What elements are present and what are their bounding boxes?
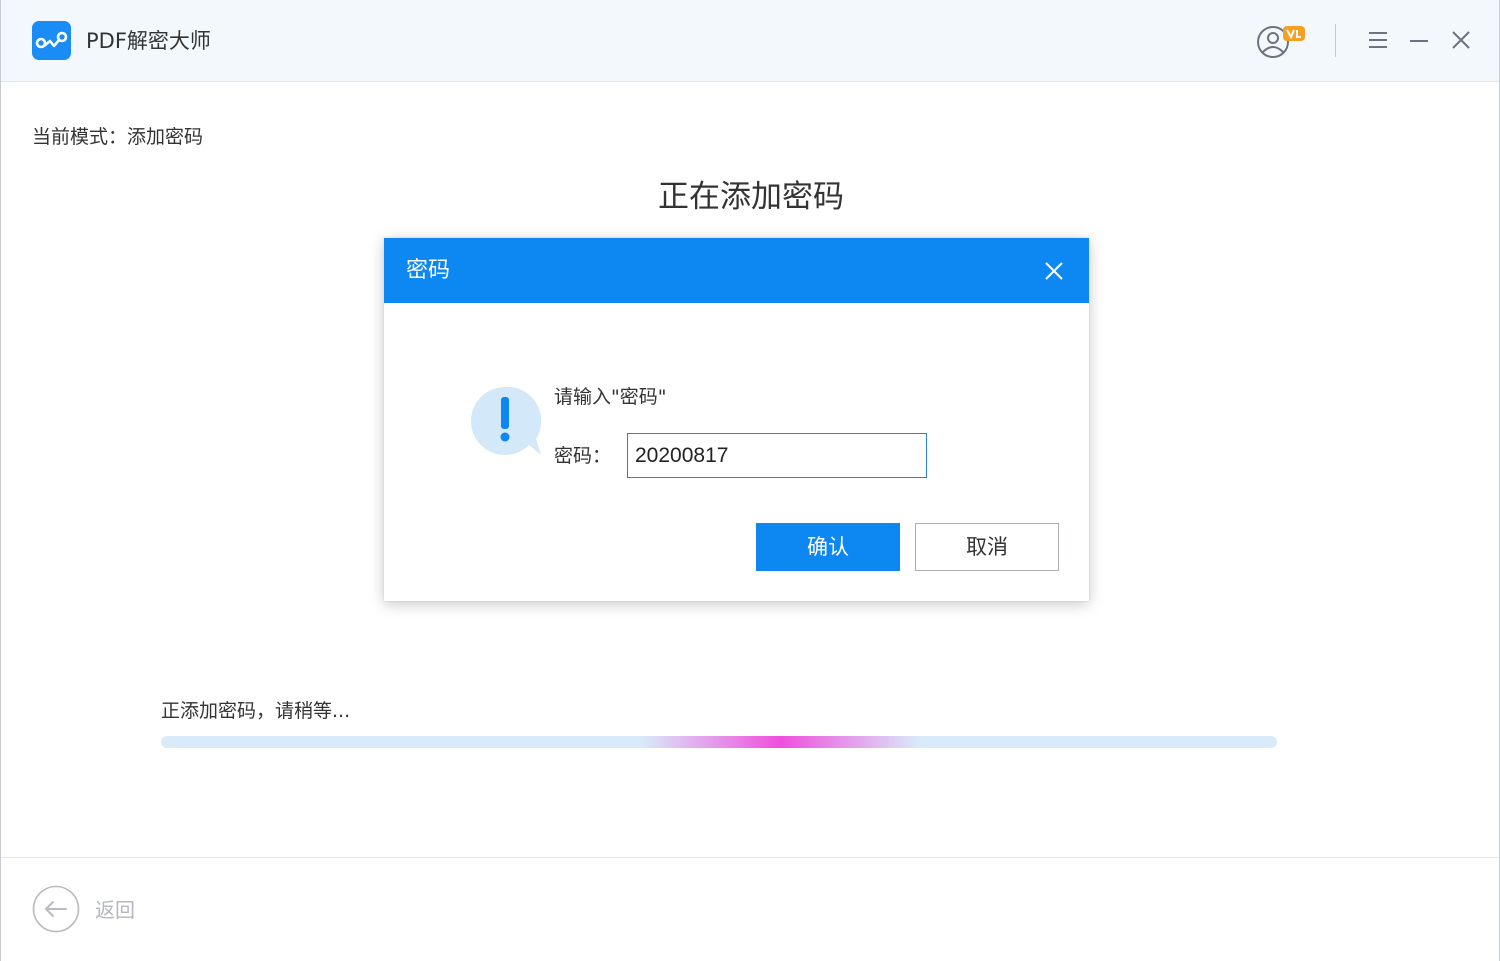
minimize-icon[interactable] <box>1405 26 1433 54</box>
confirm-button[interactable]: 确认 <box>756 523 900 571</box>
password-label: 密码： <box>554 445 612 467</box>
cancel-button[interactable]: 取消 <box>915 523 1059 571</box>
current-mode-text: 当前模式：添加密码 <box>32 126 204 148</box>
dialog-title: 密码 <box>406 258 451 283</box>
menu-icon[interactable] <box>1364 26 1392 54</box>
title-bar: PDF解密大师 <box>1 0 1499 82</box>
app-title: PDF解密大师 <box>86 29 211 53</box>
arrow-left-circle-icon <box>32 885 80 933</box>
password-dialog: 密码 请输入"密码" 密码： 确认 取消 <box>384 238 1089 601</box>
password-prompt: 请输入"密码" <box>554 386 667 408</box>
dialog-close-icon[interactable] <box>1042 259 1066 283</box>
page-heading: 正在添加密码 <box>658 179 844 215</box>
progress-indicator-glow <box>641 736 920 748</box>
title-separator <box>1335 24 1336 57</box>
back-label: 返回 <box>95 898 135 922</box>
app-logo-icon <box>32 21 71 60</box>
close-icon[interactable] <box>1447 26 1475 54</box>
password-input[interactable] <box>627 433 927 478</box>
user-vip-icon[interactable] <box>1256 24 1308 60</box>
progress-status-text: 正添加密码，请稍等... <box>161 700 351 722</box>
app-window: PDF解密大师 当前模式：添加密码 正在添加密码 正添加密码，请稍等... 密码… <box>0 0 1500 961</box>
dialog-header: 密码 <box>384 238 1089 303</box>
exclamation-speech-bubble-icon <box>467 383 543 459</box>
progress-bar <box>161 736 1277 748</box>
footer-bar: 返回 <box>1 857 1499 961</box>
